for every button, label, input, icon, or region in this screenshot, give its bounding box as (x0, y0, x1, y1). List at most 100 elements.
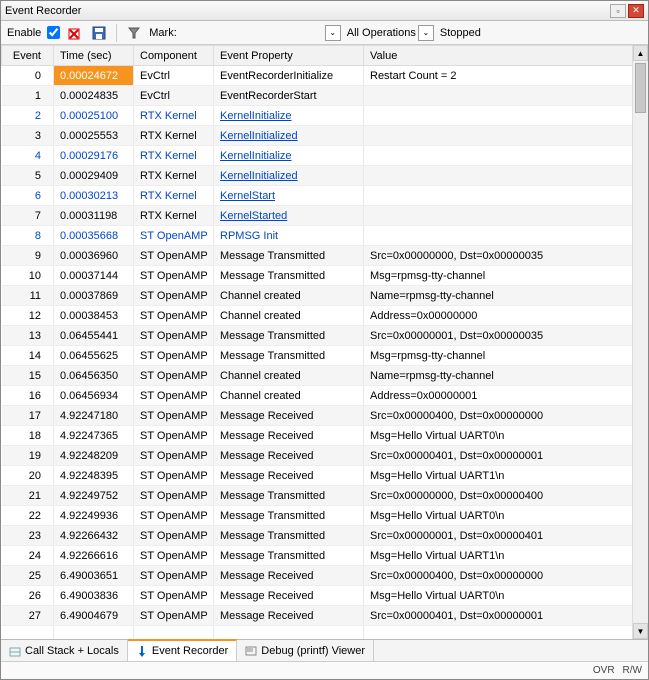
table-row[interactable]: 70.00031198RTX KernelKernelStarted (2, 206, 648, 226)
clear-icon[interactable] (66, 24, 84, 42)
cell-component: ST OpenAMP (134, 546, 214, 566)
cell-property[interactable]: KernelInitialized (214, 166, 364, 186)
table-row[interactable]: 256.49003651ST OpenAMPMessage ReceivedSr… (2, 566, 648, 586)
cell-event: 15 (2, 366, 54, 386)
cell-component: EvCtrl (134, 86, 214, 106)
cell-value: Src=0x00000400, Dst=0x00000000 (364, 406, 648, 426)
table-row[interactable]: 40.00029176RTX KernelKernelInitialize (2, 146, 648, 166)
table-row[interactable]: 174.92247180ST OpenAMPMessage ReceivedSr… (2, 406, 648, 426)
cell-value: Msg=Hello Virtual UART0\n (364, 426, 648, 446)
cell-value (364, 186, 648, 206)
cell-component: ST OpenAMP (134, 406, 214, 426)
table-row[interactable]: 100.00037144ST OpenAMPMessage Transmitte… (2, 266, 648, 286)
table-row[interactable]: 80.00035668ST OpenAMPRPMSG Init (2, 226, 648, 246)
status-rw: R/W (623, 665, 642, 676)
cell-time: 4.92266616 (54, 546, 134, 566)
cell-time: 0.06456350 (54, 366, 134, 386)
table-row[interactable]: 150.06456350ST OpenAMPChannel createdNam… (2, 366, 648, 386)
cell-value: Src=0x00000000, Dst=0x00000035 (364, 246, 648, 266)
cell-value: Msg=Hello Virtual UART0\n (364, 586, 648, 606)
enable-checkbox[interactable] (47, 26, 60, 39)
cell-property: Message Transmitted (214, 486, 364, 506)
cell-property[interactable]: KernelInitialized (214, 126, 364, 146)
cell-component: RTX Kernel (134, 206, 214, 226)
cell-time: 0.00031198 (54, 206, 134, 226)
cell-value: Src=0x00000400, Dst=0x00000000 (364, 566, 648, 586)
cell-property[interactable]: KernelStart (214, 186, 364, 206)
cell-value (364, 146, 648, 166)
col-header-value[interactable]: Value (364, 46, 648, 66)
cell-component: ST OpenAMP (134, 266, 214, 286)
cell-time: 4.92249936 (54, 506, 134, 526)
table-row[interactable]: 10.00024835EvCtrlEventRecorderStart (2, 86, 648, 106)
titlebar: Event Recorder ▫ ✕ (1, 1, 648, 21)
cell-component: ST OpenAMP (134, 346, 214, 366)
cell-property[interactable]: KernelInitialize (214, 146, 364, 166)
cell-event: 13 (2, 326, 54, 346)
cell-time: 6.49003836 (54, 586, 134, 606)
table-row[interactable]: 60.00030213RTX KernelKernelStart (2, 186, 648, 206)
cell-property[interactable]: KernelStarted (214, 206, 364, 226)
cell-property: Message Received (214, 406, 364, 426)
table-row[interactable]: 00.00024672EvCtrlEventRecorderInitialize… (2, 66, 648, 86)
tab-debug-printf-viewer[interactable]: Debug (printf) Viewer (237, 640, 374, 661)
col-header-time[interactable]: Time (sec) (54, 46, 134, 66)
vertical-scrollbar[interactable]: ▲ ▼ (632, 45, 648, 639)
cell-time: 0.00024835 (54, 86, 134, 106)
scroll-down-icon[interactable]: ▼ (633, 623, 648, 639)
cell-time: 6.49004679 (54, 606, 134, 626)
col-header-component[interactable]: Component (134, 46, 214, 66)
cell-event: 27 (2, 606, 54, 626)
cell-component: ST OpenAMP (134, 366, 214, 386)
cell-property: Message Transmitted (214, 346, 364, 366)
cell-property[interactable]: KernelInitialize (214, 106, 364, 126)
cell-event: 23 (2, 526, 54, 546)
table-row[interactable]: 184.92247365ST OpenAMPMessage ReceivedMs… (2, 426, 648, 446)
table-row[interactable]: 90.00036960ST OpenAMPMessage Transmitted… (2, 246, 648, 266)
cell-property: Channel created (214, 286, 364, 306)
cell-time: 0.00029409 (54, 166, 134, 186)
cell-component: ST OpenAMP (134, 326, 214, 346)
operations-dropdown[interactable]: ⌄ (418, 25, 434, 41)
cell-property: Message Transmitted (214, 526, 364, 546)
table-row[interactable]: 140.06455625ST OpenAMPMessage Transmitte… (2, 346, 648, 366)
table-row[interactable]: 214.92249752ST OpenAMPMessage Transmitte… (2, 486, 648, 506)
status-bar: OVR R/W (1, 661, 648, 679)
tab-call-stack-locals[interactable]: Call Stack + Locals (1, 640, 128, 661)
cell-value (364, 206, 648, 226)
status-ovr: OVR (593, 665, 615, 676)
event-table: Event Time (sec) Component Event Propert… (1, 45, 648, 639)
cell-event: 25 (2, 566, 54, 586)
table-row[interactable]: 204.92248395ST OpenAMPMessage ReceivedMs… (2, 466, 648, 486)
cell-component: ST OpenAMP (134, 466, 214, 486)
table-row[interactable]: 130.06455441ST OpenAMPMessage Transmitte… (2, 326, 648, 346)
event-table-container: Event Time (sec) Component Event Propert… (1, 45, 648, 639)
mark-label: Mark: (149, 27, 177, 39)
col-header-property[interactable]: Event Property (214, 46, 364, 66)
cell-value: Msg=Hello Virtual UART0\n (364, 506, 648, 526)
pin-icon[interactable]: ▫ (610, 4, 626, 18)
table-row[interactable]: 120.00038453ST OpenAMPChannel createdAdd… (2, 306, 648, 326)
save-icon[interactable] (90, 24, 108, 42)
table-row[interactable]: 160.06456934ST OpenAMPChannel createdAdd… (2, 386, 648, 406)
table-row[interactable]: 234.92266432ST OpenAMPMessage Transmitte… (2, 526, 648, 546)
table-row[interactable]: 194.92248209ST OpenAMPMessage ReceivedSr… (2, 446, 648, 466)
mark-dropdown[interactable]: ⌄ (325, 25, 341, 41)
recorder-status: Stopped (440, 27, 481, 39)
table-row[interactable]: 110.00037869ST OpenAMPChannel createdNam… (2, 286, 648, 306)
scroll-up-icon[interactable]: ▲ (633, 45, 648, 61)
col-header-event[interactable]: Event (2, 46, 54, 66)
filter-icon[interactable] (125, 24, 143, 42)
table-row[interactable]: 20.00025100RTX KernelKernelInitialize (2, 106, 648, 126)
table-row[interactable]: 266.49003836ST OpenAMPMessage ReceivedMs… (2, 586, 648, 606)
tab-event-recorder[interactable]: Event Recorder (128, 639, 237, 661)
scroll-thumb[interactable] (635, 63, 646, 113)
table-row[interactable]: 50.00029409RTX KernelKernelInitialized (2, 166, 648, 186)
table-row[interactable]: 30.00025553RTX KernelKernelInitialized (2, 126, 648, 146)
table-row[interactable]: 224.92249936ST OpenAMPMessage Transmitte… (2, 506, 648, 526)
table-row[interactable]: 276.49004679ST OpenAMPMessage ReceivedSr… (2, 606, 648, 626)
cell-value: Name=rpmsg-tty-channel (364, 286, 648, 306)
cell-event: 4 (2, 146, 54, 166)
table-row[interactable]: 244.92266616ST OpenAMPMessage Transmitte… (2, 546, 648, 566)
close-icon[interactable]: ✕ (628, 4, 644, 18)
